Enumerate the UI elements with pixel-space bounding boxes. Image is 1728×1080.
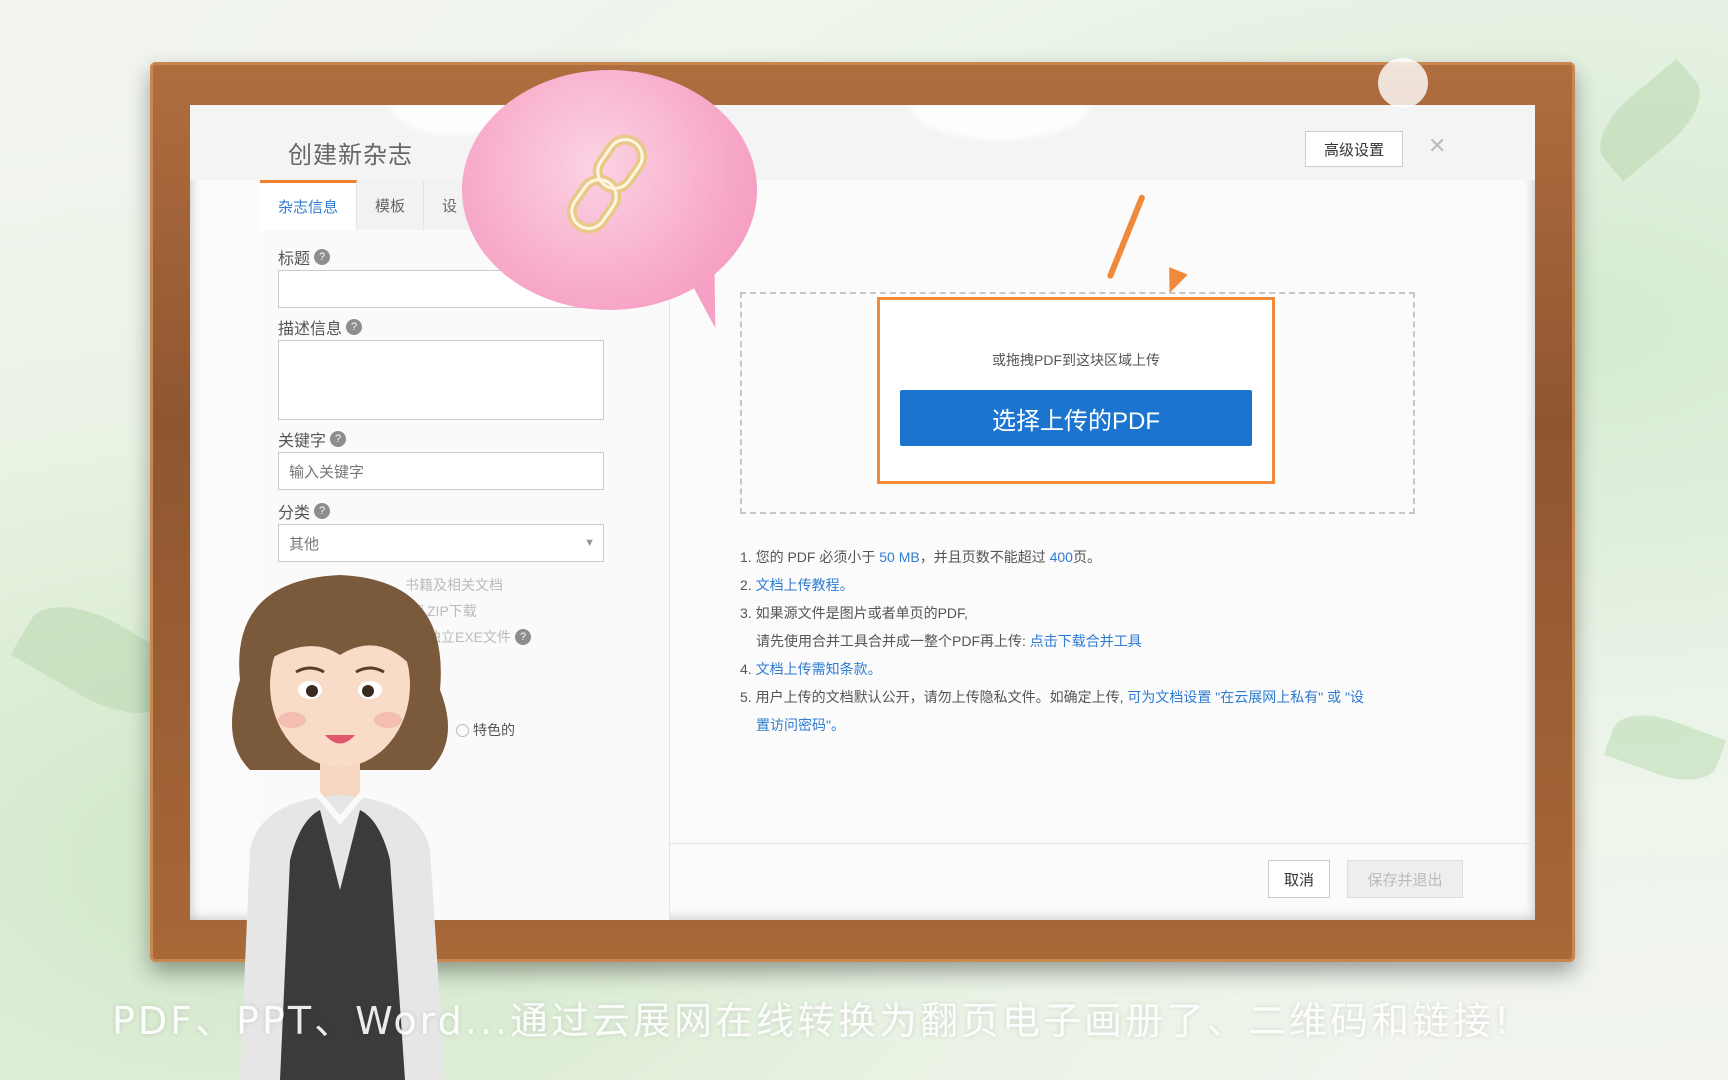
dialog-title: 创建新杂志 xyxy=(288,142,413,169)
tab-magazine-info[interactable]: 杂志信息 xyxy=(260,180,358,230)
subtitle-caption: PDF、PPT、Word...通过云展网在线转换为翻页电子画册了、二维码和链接! xyxy=(112,999,1513,1043)
size-limit: 50 MB xyxy=(879,549,920,565)
note-1: 1. 您的 PDF 必须小于 50 MB，并且页数不能超过 400页。 xyxy=(740,543,1420,571)
tutorial-link[interactable]: 文档上传教程。 xyxy=(756,577,854,593)
tab-template[interactable]: 模板 xyxy=(357,180,425,230)
help-icon[interactable]: ? xyxy=(346,319,363,335)
pointer-arrow xyxy=(1106,193,1146,280)
note-4: 4. 文档上传需知条款。 xyxy=(740,655,1420,683)
tab-bar: 杂志信息 模板 设 xyxy=(260,180,477,230)
footer-divider xyxy=(670,843,1535,844)
password-link[interactable]: 置访问密码"。 xyxy=(756,717,845,733)
category-value: 其他 xyxy=(289,535,320,553)
title-label: 标题? xyxy=(278,245,331,269)
leaf-decoration xyxy=(1584,58,1716,182)
description-textarea[interactable] xyxy=(278,340,604,420)
category-select[interactable]: 其他 ▼ xyxy=(278,524,604,562)
help-icon[interactable]: ? xyxy=(330,431,347,447)
note-1-text: 1. 您的 PDF 必须小于 xyxy=(740,549,876,565)
save-exit-button[interactable]: 保存并退出 xyxy=(1347,860,1463,898)
keywords-input[interactable]: 输入关键字 xyxy=(278,452,604,490)
note-1-end: 页。 xyxy=(1072,549,1101,565)
help-icon[interactable]: ? xyxy=(314,503,331,519)
leaf-decoration xyxy=(1603,702,1727,793)
note-1-mid: ，并且页数不能超过 xyxy=(919,549,1046,565)
note-3: 3. 如果源文件是图片或者单页的PDF, xyxy=(740,605,968,621)
note-3-detail: 请先使用合并工具合并成一整个PDF再上传: 点击下载合并工具 xyxy=(740,627,1420,655)
advanced-settings-button[interactable]: 高级设置 xyxy=(1305,131,1403,167)
link-icon xyxy=(566,134,648,234)
privacy-link[interactable]: 可为文档设置 "在云展网上私有" 或 "设 xyxy=(1127,689,1364,705)
description-label-text: 描述信息 xyxy=(278,321,343,338)
close-icon[interactable]: ✕ xyxy=(1428,133,1446,159)
page-limit: 400 xyxy=(1049,549,1073,565)
note-2: 2. 文档上传教程。 xyxy=(740,571,1420,599)
radio-special-label: 特色的 xyxy=(473,722,515,738)
light-glow xyxy=(1378,58,1428,108)
keywords-label-text: 关键字 xyxy=(278,433,327,450)
keywords-placeholder: 输入关键字 xyxy=(289,463,365,481)
category-label: 分类? xyxy=(278,499,331,523)
upload-highlight-box: 或拖拽PDF到这块区域上传 选择上传的PDF xyxy=(877,297,1275,484)
note-5-text: 5. 用户上传的文档默认公开，请勿上传隐私文件。如确定上传, xyxy=(740,689,1124,705)
note-4-number: 4. xyxy=(740,661,752,677)
upload-notes: 1. 您的 PDF 必须小于 50 MB，并且页数不能超过 400页。 2. 文… xyxy=(740,543,1420,739)
select-pdf-button[interactable]: 选择上传的PDF xyxy=(900,390,1252,446)
chevron-down-icon: ▼ xyxy=(584,537,595,549)
note-3-text: 请先使用合并工具合并成一整个PDF再上传: xyxy=(756,633,1026,649)
cancel-button[interactable]: 取消 xyxy=(1268,860,1330,898)
description-label: 描述信息? xyxy=(278,315,363,339)
help-icon[interactable]: ? xyxy=(515,629,532,645)
title-label-text: 标题 xyxy=(278,251,311,268)
terms-link[interactable]: 文档上传需知条款。 xyxy=(756,661,882,677)
note-5-detail: 置访问密码"。 xyxy=(740,711,1420,739)
help-icon[interactable]: ? xyxy=(314,249,331,265)
note-2-number: 2. xyxy=(740,577,752,593)
category-label-text: 分类 xyxy=(278,505,311,522)
keywords-label: 关键字? xyxy=(278,427,347,451)
drop-hint: 或拖拽PDF到这块区域上传 xyxy=(992,352,1160,368)
merge-tool-link[interactable]: 点击下载合并工具 xyxy=(1030,633,1142,649)
note-5: 5. 用户上传的文档默认公开，请勿上传隐私文件。如确定上传, 可为文档设置 "在… xyxy=(740,683,1420,711)
